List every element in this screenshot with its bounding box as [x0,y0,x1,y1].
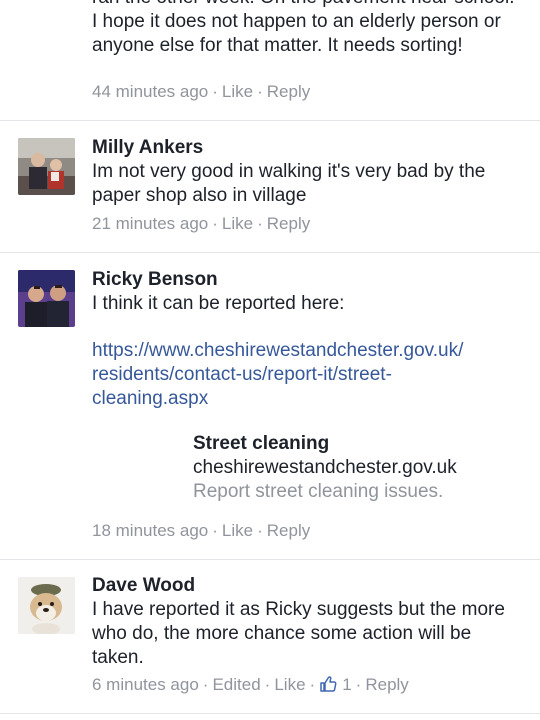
link-line: cleaning.aspx [92,388,209,409]
comment-meta: 18 minutes ago · Like · Reply [92,521,311,541]
comment-meta: 44 minutes ago · Like · Reply [92,82,311,102]
comment-text: I think it can be reported here: [92,293,345,314]
like-count[interactable]: 1 [342,675,351,695]
comment-text: Im not very good in walking it's very ba… [92,161,486,206]
reply-link[interactable]: Reply [267,521,310,541]
preview-domain: cheshirewestandchester.gov.uk [193,457,457,478]
avatar[interactable] [18,138,75,195]
comment-author[interactable]: Ricky Benson [92,269,218,291]
reply-link[interactable]: Reply [267,82,310,102]
edited-label[interactable]: Edited [212,675,260,695]
like-link[interactable]: Like [222,521,253,541]
comment-time[interactable]: 18 minutes ago [92,521,208,541]
comment-meta: 21 minutes ago · Like · Reply [92,214,311,234]
reply-link[interactable]: Reply [267,214,310,234]
preview-title: Street cleaning [193,433,330,454]
comment-meta: 6 minutes ago · Edited · Like · 1 · Reply [92,675,409,698]
avatar[interactable] [18,577,75,634]
link-line: https://www.cheshirewestandchester.gov.u… [92,340,464,361]
like-link[interactable]: Like [222,82,253,102]
comment-dave: Dave Wood I have reported it as Ricky su… [0,560,540,710]
like-link[interactable]: Like [222,214,253,234]
comment-time[interactable]: 21 minutes ago [92,214,208,234]
link-line: residents/contact-us/report-it/street- [92,364,392,385]
like-link[interactable]: Like [274,675,305,695]
comment-text: ran the other week. On the pavement near… [92,0,514,56]
comment-time[interactable]: 44 minutes ago [92,82,208,102]
avatar[interactable] [18,270,75,327]
comment-ricky: Ricky Benson I think it can be reported … [0,253,540,558]
link-preview-card[interactable]: Street cleaning cheshirewestandchester.g… [193,432,457,504]
reply-link[interactable]: Reply [365,675,408,695]
divider [0,713,540,714]
report-link[interactable]: https://www.cheshirewestandchester.gov.u… [92,339,522,411]
comment-text: I have reported it as Ricky suggests but… [92,599,505,668]
comment-author[interactable]: Milly Ankers [92,137,203,159]
preview-description: Report street cleaning issues. [193,481,444,502]
thumbs-up-icon[interactable] [319,675,337,698]
comment-milly: Milly Ankers Im not very good in walking… [0,121,540,251]
comment-time[interactable]: 6 minutes ago [92,675,199,695]
comment-author[interactable]: Dave Wood [92,575,195,597]
